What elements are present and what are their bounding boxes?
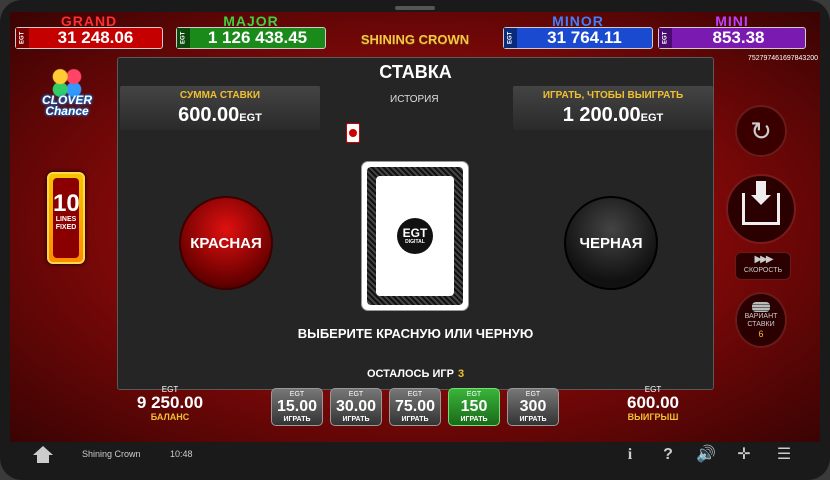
jackpot-currency: EGT xyxy=(504,28,517,48)
balance-value: 9 250.00 xyxy=(136,393,204,412)
info-icon[interactable]: i xyxy=(618,444,642,466)
bet-value: 150 xyxy=(460,398,488,415)
bottom-bar: EGT 9 250.00 БАЛАНС EGT 15.00 ИГРАТЬ EGT… xyxy=(10,385,820,430)
jackpot-currency: EGT xyxy=(177,28,190,48)
jackpot-currency: EGT xyxy=(659,28,672,48)
bet-button-30[interactable]: EGT 30.00 ИГРАТЬ xyxy=(330,388,382,426)
jackpot-title: GRAND xyxy=(60,13,118,29)
win-label: ВЫИГРЫШ xyxy=(627,412,679,422)
stake-label: СУММА СТАВКИ xyxy=(179,90,261,101)
card-logo-sub: DIGITAL xyxy=(405,238,425,245)
remaining-count: 3 xyxy=(457,368,465,380)
menu-icon[interactable]: ☰ xyxy=(772,444,796,466)
sound-icon[interactable]: 🔊 xyxy=(694,444,718,466)
stake-value: 600.00 xyxy=(178,104,240,126)
jackpot-value: 853.38 xyxy=(712,28,765,47)
refresh-button[interactable]: ↻ xyxy=(735,105,787,157)
win-potential-label: ИГРАТЬ, ЧТОБЫ ВЫИГРАТЬ xyxy=(542,90,684,101)
shining-crown-logo: SHINING CROWN xyxy=(360,32,470,47)
win-potential-line: 1 200.00EGT xyxy=(513,104,713,127)
help-icon[interactable]: ? xyxy=(656,444,680,466)
red-button[interactable]: КРАСНАЯ xyxy=(179,196,273,290)
jackpot-major: MAJOR EGT 1 126 438.45 xyxy=(176,14,326,50)
jackpot-currency: EGT xyxy=(16,28,29,48)
jackpot-grand: GRAND EGT 31 248.06 xyxy=(15,14,163,50)
bet-button-75[interactable]: EGT 75.00 ИГРАТЬ xyxy=(389,388,441,426)
speed-label: СКОРОСТЬ xyxy=(743,267,783,274)
game-area: GRAND EGT 31 248.06 MAJOR EGT 1 126 438.… xyxy=(10,12,820,442)
clover-logo-text: CLOVER Chance xyxy=(41,93,92,118)
panel-title: СТАВКА xyxy=(379,62,452,82)
jackpot-title: MINOR xyxy=(552,13,604,29)
instruction-text: ВЫБЕРИТЕ КРАСНУЮ ИЛИ ЧЕРНУЮ xyxy=(297,326,534,341)
lines-fixed-badge: 10 LINES FIXED xyxy=(47,172,85,264)
balance-display: EGT 9 250.00 БАЛАНС xyxy=(110,385,230,422)
bet-button-150[interactable]: EGT 150 ИГРАТЬ xyxy=(448,388,500,426)
card-logo-text: EGT xyxy=(402,225,428,240)
speed-button[interactable]: ▶▶▶ СКОРОСТЬ xyxy=(735,252,791,280)
jackpot-title: MINI xyxy=(715,13,749,29)
lines-badge-inner: 10 LINES FIXED xyxy=(53,178,80,258)
bet-value: 300 xyxy=(519,398,547,415)
history-label: ИСТОРИЯ xyxy=(390,94,439,105)
jackpot-value: 31 248.06 xyxy=(57,28,134,47)
win-value: 600.00 xyxy=(627,393,679,412)
bet-label: ИГРАТЬ xyxy=(519,416,547,423)
bet-label: ИГРАТЬ xyxy=(283,416,311,423)
jackpot-value: 31 764.11 xyxy=(547,28,622,47)
bet-value: 30.00 xyxy=(335,398,377,415)
bet-label: ИГРАТЬ xyxy=(460,416,488,423)
stake-value-line: 600.00EGT xyxy=(120,104,320,127)
egt-logo-icon: EGT DIGITAL xyxy=(397,218,433,254)
status-bar: Shining Crown 10:48 i ? 🔊 ✛ ☰ xyxy=(10,444,820,468)
bet-value: 15.00 xyxy=(276,398,318,415)
bet-value: 75.00 xyxy=(394,398,436,415)
ticket-id: 75279746169784320­0 xyxy=(747,55,818,62)
bet-button-300[interactable]: EGT 300 ИГРАТЬ xyxy=(507,388,559,426)
jackpot-value: 1 126 438.45 xyxy=(207,28,308,47)
stake-currency: EGT xyxy=(239,112,262,124)
bet-label: ИГРАТЬ xyxy=(401,416,429,423)
jackpot-mini: MINI EGT 853.38 xyxy=(658,14,806,50)
remaining-label: ОСТАЛОСЬ ИГР xyxy=(366,368,454,380)
bet-button-15[interactable]: EGT 15.00 ИГРАТЬ xyxy=(271,388,323,426)
collect-icon xyxy=(742,181,780,225)
stake-box: СУММА СТАВКИ 600.00EGT xyxy=(120,86,320,130)
home-icon[interactable] xyxy=(33,446,53,464)
bet-variant-button[interactable]: ВАРИАНТ СТАВКИ 6 xyxy=(735,292,787,348)
clock: 10:48 xyxy=(170,449,193,459)
jackpot-box: EGT 853.38 xyxy=(658,27,806,49)
refresh-icon: ↻ xyxy=(750,115,772,146)
win-potential-value: 1 200.00 xyxy=(562,104,641,126)
clover-chance-logo: CLOVER Chance xyxy=(32,67,102,127)
playing-card: EGT DIGITAL xyxy=(361,161,469,311)
jackpot-minor: MINOR EGT 31 764.11 xyxy=(503,14,653,50)
device-frame: GRAND EGT 31 248.06 MAJOR EGT 1 126 438.… xyxy=(0,0,830,480)
jackpot-box: EGT 31 248.06 xyxy=(15,27,163,49)
gamble-panel: СТАВКА СУММА СТАВКИ 600.00EGT ИСТОРИЯ ИГ… xyxy=(117,57,714,390)
remaining-games: ОСТАЛОСЬ ИГР 3 xyxy=(118,368,713,380)
win-potential-box: ИГРАТЬ, ЧТОБЫ ВЫИГРАТЬ 1 200.00EGT xyxy=(513,86,713,130)
variant-label: ВАРИАНТ СТАВКИ xyxy=(744,313,778,328)
jackpot-box: EGT 31 764.11 xyxy=(503,27,653,49)
device-notch xyxy=(395,6,435,10)
black-button[interactable]: ЧЕРНАЯ xyxy=(564,196,658,290)
jackpot-title: MAJOR xyxy=(223,13,279,29)
exit-fullscreen-icon[interactable]: ✛ xyxy=(732,444,756,466)
history-card-icon xyxy=(346,123,360,143)
coin-stack-icon xyxy=(752,302,770,312)
balance-label: БАЛАНС xyxy=(150,412,190,422)
collect-button[interactable] xyxy=(726,174,796,244)
variant-number: 6 xyxy=(758,329,764,339)
bet-label: ИГРАТЬ xyxy=(342,416,370,423)
card-back-pattern: EGT DIGITAL xyxy=(367,167,463,305)
win-potential-currency: EGT xyxy=(640,112,664,124)
win-display: EGT 600.00 ВЫИГРЫШ xyxy=(593,385,713,422)
lines-text: LINES FIXED xyxy=(55,216,77,231)
fast-forward-icon: ▶▶▶ xyxy=(754,254,773,265)
lines-number: 10 xyxy=(53,190,80,217)
game-name: Shining Crown xyxy=(82,449,141,459)
jackpot-box: EGT 1 126 438.45 xyxy=(176,27,326,49)
card-face: EGT DIGITAL xyxy=(376,176,454,296)
